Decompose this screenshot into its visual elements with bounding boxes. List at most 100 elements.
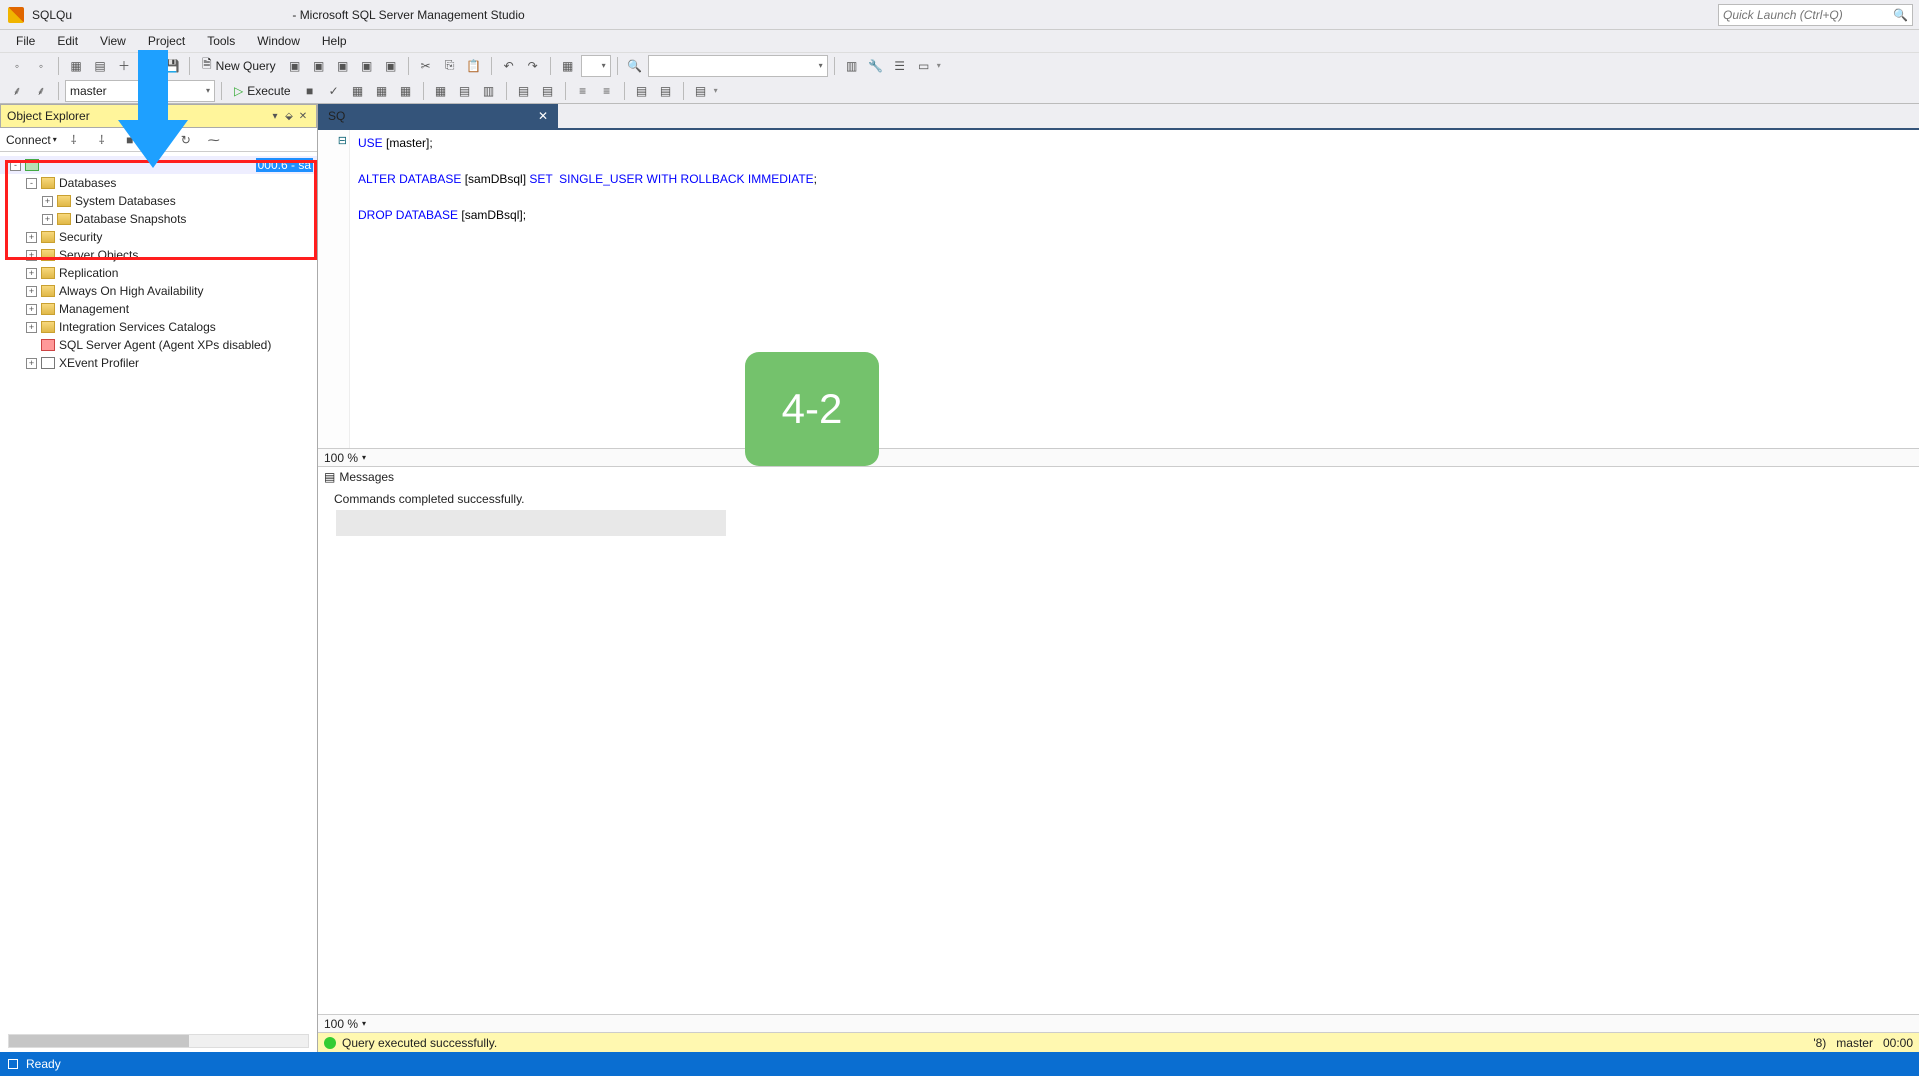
expand-icon[interactable]: - [10, 160, 21, 171]
redo-icon[interactable]: ↷ [522, 55, 544, 77]
expand-icon[interactable]: + [26, 250, 37, 261]
open-file-icon[interactable]: ▤ [89, 55, 111, 77]
tree-row[interactable]: +Always On High Availability [0, 282, 317, 300]
chevron-down-icon[interactable]: ▾ [362, 1019, 366, 1028]
nav-fwd-icon[interactable]: ◦ [30, 55, 52, 77]
copy-icon[interactable]: ⎘ [439, 55, 461, 77]
connect-button[interactable]: Connect ▾ [6, 133, 57, 147]
menu-window[interactable]: Window [247, 32, 310, 50]
quick-launch-input[interactable] [1723, 8, 1893, 22]
sqlcmd-icon[interactable]: ▤ [631, 80, 653, 102]
db-query-icon[interactable]: ▣ [284, 55, 306, 77]
menu-project[interactable]: Project [138, 32, 195, 50]
expand-icon[interactable]: + [26, 286, 37, 297]
parse-icon[interactable]: ⸙ [6, 80, 28, 102]
specify-icon[interactable]: ▤ [655, 80, 677, 102]
options-icon[interactable]: ▤ [690, 80, 712, 102]
indent-icon[interactable]: ≡ [572, 80, 594, 102]
messages-pane[interactable]: Commands completed successfully. [318, 486, 1919, 1014]
find-combo[interactable]: ▾ [648, 55, 828, 77]
messages-tab-label[interactable]: Messages [339, 470, 394, 484]
script-icon[interactable]: ☰ [889, 55, 911, 77]
cut-icon[interactable]: ✂ [415, 55, 437, 77]
results-file-icon[interactable]: ▥ [478, 80, 500, 102]
expand-icon[interactable]: + [26, 358, 37, 369]
overflow-icon[interactable]: ▾ [937, 61, 941, 70]
tree-row[interactable]: +Security [0, 228, 317, 246]
tree-row[interactable]: +System Databases [0, 192, 317, 210]
disconnect-icon[interactable]: ⸸ [91, 129, 113, 151]
panel-menu-icon[interactable]: ▾ [268, 111, 282, 122]
menu-tools[interactable]: Tools [197, 32, 245, 50]
tree-row[interactable]: +Database Snapshots [0, 210, 317, 228]
uncomment-icon[interactable]: ▤ [537, 80, 559, 102]
close-tab-icon[interactable]: ✕ [538, 109, 548, 123]
tree-row[interactable]: SQL Server Agent (Agent XPs disabled) [0, 336, 317, 354]
tree-row[interactable]: +Server Objects [0, 246, 317, 264]
solution-combo[interactable]: ▾ [581, 55, 611, 77]
expand-icon[interactable]: - [26, 178, 37, 189]
live-stats-icon[interactable]: ▦ [395, 80, 417, 102]
tree-row[interactable]: -Databases [0, 174, 317, 192]
undo-icon[interactable]: ↶ [498, 55, 520, 77]
comment-icon[interactable]: ▤ [513, 80, 535, 102]
pin-icon[interactable]: ⬙ [282, 111, 296, 122]
tree-row[interactable]: -000.6 - sa [0, 156, 317, 174]
query-tab[interactable]: SQ ✕ [318, 104, 558, 128]
tree-row[interactable]: +Integration Services Catalogs [0, 318, 317, 336]
new-project-icon[interactable]: ▦ [65, 55, 87, 77]
code-text[interactable]: USE [master]; ALTER DATABASE [samDBsql] … [350, 130, 1919, 448]
tree-row[interactable]: +Management [0, 300, 317, 318]
outdent-icon[interactable]: ≡ [596, 80, 618, 102]
quick-launch[interactable] [1718, 4, 1913, 26]
paste-icon[interactable]: 📋 [463, 55, 485, 77]
results-grid-icon[interactable]: ▦ [430, 80, 452, 102]
connect-server-icon[interactable]: ⸸ [63, 129, 85, 151]
tree-row[interactable]: +XEvent Profiler [0, 354, 317, 372]
wrench-icon[interactable]: 🔧 [865, 55, 887, 77]
dmx-icon[interactable]: ▣ [332, 55, 354, 77]
layout-icon[interactable]: ▭ [913, 55, 935, 77]
menu-help[interactable]: Help [312, 32, 357, 50]
nav-back-icon[interactable]: ◦ [6, 55, 28, 77]
tree-row[interactable]: +Replication [0, 264, 317, 282]
stop-icon[interactable]: ■ [299, 80, 321, 102]
activity-icon[interactable]: ⁓ [203, 129, 225, 151]
dax-icon[interactable]: ▣ [380, 55, 402, 77]
expand-icon[interactable]: + [42, 196, 53, 207]
activity-icon[interactable]: ▥ [841, 55, 863, 77]
expand-icon[interactable]: + [26, 304, 37, 315]
new-query-button[interactable]: 🗎 New Query [196, 55, 282, 77]
save-all-icon[interactable]: 💾 [161, 55, 183, 77]
chevron-down-icon[interactable]: ▾ [362, 453, 366, 462]
check-icon[interactable]: ✓ [323, 80, 345, 102]
close-icon[interactable]: ✕ [296, 111, 310, 122]
expand-icon[interactable]: + [26, 232, 37, 243]
database-combo[interactable]: master▾ [65, 80, 215, 102]
results-text-icon[interactable]: ▤ [454, 80, 476, 102]
horizontal-scrollbar[interactable] [8, 1034, 309, 1048]
expand-icon[interactable]: + [42, 214, 53, 225]
estimated-plan-icon[interactable]: ▦ [347, 80, 369, 102]
search-icon[interactable] [1893, 8, 1908, 22]
expand-icon[interactable] [26, 340, 37, 351]
execute-button[interactable]: ▷ Execute [228, 80, 297, 102]
expand-icon[interactable]: + [26, 322, 37, 333]
xmla-icon[interactable]: ▣ [356, 55, 378, 77]
menu-edit[interactable]: Edit [47, 32, 88, 50]
filter-icon[interactable]: ▼ [147, 129, 169, 151]
overflow-icon[interactable]: ▾ [714, 86, 718, 95]
menu-file[interactable]: File [6, 32, 45, 50]
actual-plan-icon[interactable]: ▦ [371, 80, 393, 102]
object-explorer-tree[interactable]: -000.6 - sa-Databases+System Databases+D… [0, 152, 317, 1052]
connect-icon[interactable]: ⸙ [30, 80, 52, 102]
stop-icon[interactable]: ■ [119, 129, 141, 151]
expand-icon[interactable]: + [26, 268, 37, 279]
code-editor[interactable]: ⊟ USE [master]; ALTER DATABASE [samDBsql… [318, 128, 1919, 448]
properties-icon[interactable]: ▦ [557, 55, 579, 77]
mdx-icon[interactable]: ▣ [308, 55, 330, 77]
find-icon[interactable]: 🔍 [624, 55, 646, 77]
save-icon[interactable]: 💾 [137, 55, 159, 77]
menu-view[interactable]: View [90, 32, 136, 50]
add-icon[interactable]: ＋ [113, 55, 135, 77]
